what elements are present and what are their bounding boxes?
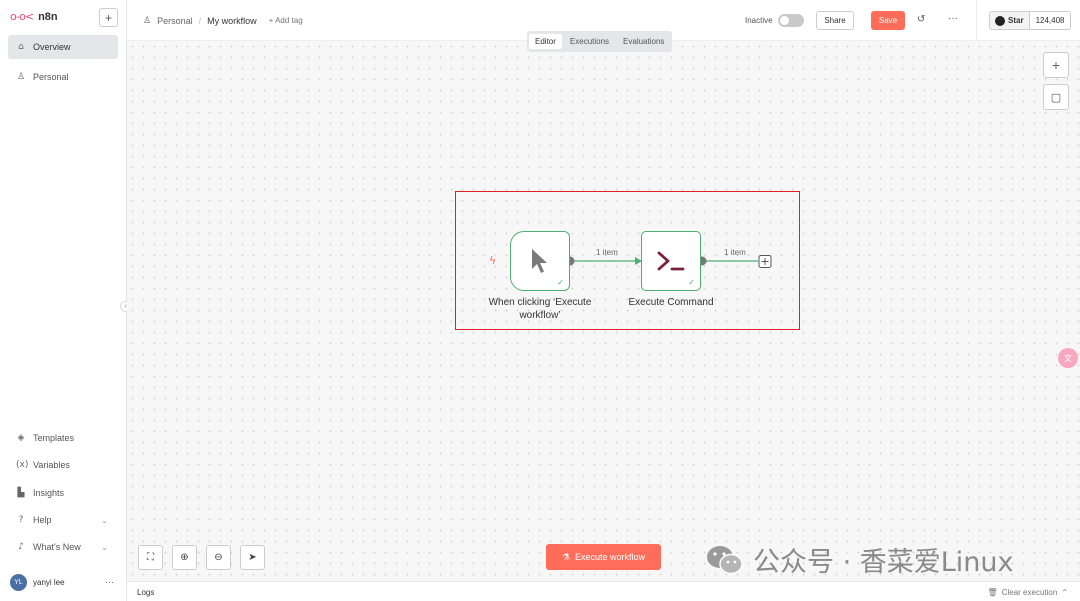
- github-star-label: Star: [1008, 16, 1024, 25]
- success-check-icon: ✓: [557, 278, 564, 287]
- execute-workflow-button[interactable]: ⚗ Execute workflow: [546, 544, 661, 570]
- sidebar-item-label: Help: [33, 515, 52, 525]
- chevron-down-icon: ⌄: [101, 542, 108, 552]
- add-button[interactable]: +: [99, 8, 118, 27]
- chevron-up-icon: ⌃: [1061, 588, 1068, 597]
- sidebar-item-label: Templates: [33, 433, 75, 443]
- sidebar-item-whats-new[interactable]: ♪ What's New ⌄: [8, 535, 118, 559]
- help-icon: ?: [18, 515, 24, 525]
- avatar: YL: [10, 573, 27, 591]
- sidebar-item-label: Insights: [33, 488, 65, 498]
- header-divider: [976, 0, 977, 41]
- sidebar-item-label: Personal: [33, 72, 69, 82]
- logo-text: n8n: [38, 10, 58, 23]
- user-name: yanyi lee: [33, 577, 65, 587]
- chevron-down-icon: ⌄: [101, 515, 108, 525]
- github-count: 124,408: [1035, 16, 1065, 25]
- edge-item-count: 1 item: [596, 248, 618, 257]
- workflow-title[interactable]: My workflow: [207, 16, 257, 26]
- tab-evaluations[interactable]: Evaluations: [617, 34, 670, 49]
- add-tag-link[interactable]: + Add tag: [269, 16, 303, 25]
- github-star-button[interactable]: Star 124,408: [989, 11, 1072, 30]
- github-star: Star: [990, 12, 1030, 29]
- success-check-icon: ✓: [688, 278, 695, 287]
- chart-icon: ▙: [17, 488, 25, 498]
- sidebar-item-label: What's New: [33, 542, 81, 552]
- bell-icon: ♪: [18, 542, 24, 552]
- manual-trigger-node[interactable]: ✓: [510, 231, 570, 291]
- sidebar-item-overview[interactable]: ⌂ Overview: [8, 35, 118, 59]
- trigger-label-line: When clicking ‘Execute: [488, 297, 592, 308]
- flask-icon: ⚗: [561, 551, 571, 562]
- user-menu[interactable]: YL yanyi lee ···: [10, 572, 118, 592]
- github-icon: [995, 15, 1005, 26]
- variable-icon: (x): [16, 460, 29, 470]
- sidebar-item-templates[interactable]: ◈ Templates: [8, 426, 118, 450]
- breadcrumb: ♙ Personal / My workflow + Add tag: [143, 15, 303, 26]
- tab-executions[interactable]: Executions: [564, 34, 615, 49]
- active-toggle[interactable]: [778, 14, 804, 27]
- sidebar-item-help[interactable]: ? Help ⌄: [8, 508, 118, 532]
- sidebar-item-personal[interactable]: ♙ Personal: [8, 65, 118, 89]
- sidebar-item-insights[interactable]: ▙ Insights: [8, 481, 118, 505]
- n8n-logo-icon: o-o<: [10, 10, 34, 23]
- more-icon[interactable]: ···: [105, 577, 114, 587]
- history-icon[interactable]: ↺: [917, 14, 925, 25]
- execute-workflow-label: Execute workflow: [575, 552, 646, 562]
- terminal-icon: [657, 251, 685, 271]
- clear-execution-label: Clear execution: [1001, 588, 1058, 597]
- toggle-knob: [780, 16, 789, 25]
- save-button[interactable]: Save: [871, 11, 905, 30]
- execute-command-node[interactable]: ✓: [641, 231, 701, 291]
- trash-icon: 🗑: [987, 588, 998, 597]
- sidebar-item-label: Variables: [33, 460, 70, 470]
- zoom-in-icon[interactable]: ⊕: [172, 545, 197, 570]
- sticky-note-icon[interactable]: ▢: [1043, 84, 1069, 110]
- breadcrumb-project[interactable]: Personal: [157, 16, 193, 26]
- share-button[interactable]: Share: [816, 11, 854, 30]
- tab-editor[interactable]: Editor: [529, 34, 562, 49]
- trigger-bolt-icon: ϟ: [489, 254, 497, 267]
- zoom-out-icon[interactable]: ⊖: [206, 545, 231, 570]
- breadcrumb-separator: /: [198, 15, 202, 26]
- translate-icon[interactable]: 文: [1058, 348, 1078, 368]
- view-tabs: Editor Executions Evaluations: [527, 31, 673, 52]
- sidebar-item-label: Overview: [33, 42, 71, 52]
- add-node-button[interactable]: +: [1043, 52, 1069, 78]
- logs-label: Logs: [137, 588, 155, 597]
- sidebar: o-o< n8n + ⌂ Overview ♙ Personal ◈ Templ…: [0, 0, 127, 601]
- watermark-text: 公众号 · 香菜爱Linux: [753, 547, 1014, 578]
- cursor-icon: [532, 249, 547, 273]
- status-label: Inactive: [745, 16, 773, 25]
- box-icon: ◈: [17, 433, 25, 443]
- edge-item-count: 1 item: [724, 248, 746, 257]
- user-icon: ♙: [16, 72, 26, 82]
- logs-panel[interactable]: Logs 🗑 Clear execution ⌃: [127, 581, 1080, 601]
- fit-view-icon[interactable]: ⛶: [138, 545, 163, 570]
- clear-execution-button[interactable]: 🗑 Clear execution ⌃: [988, 588, 1068, 597]
- trigger-label-line: workflow’: [519, 310, 561, 321]
- n8n-logo[interactable]: o-o< n8n: [10, 10, 58, 23]
- home-icon: ⌂: [18, 42, 24, 52]
- user-icon: ♙: [143, 15, 152, 25]
- watermark: 公众号 · 香菜爱Linux: [705, 540, 1014, 579]
- pointer-tool-icon[interactable]: ➤: [240, 545, 265, 570]
- more-options-icon[interactable]: ···: [948, 13, 958, 24]
- command-node-label: Execute Command: [628, 297, 714, 308]
- wechat-icon: [707, 545, 743, 574]
- sidebar-item-variables[interactable]: (x) Variables: [8, 453, 118, 477]
- trigger-node-label: When clicking ‘Execute workflow’: [476, 296, 604, 322]
